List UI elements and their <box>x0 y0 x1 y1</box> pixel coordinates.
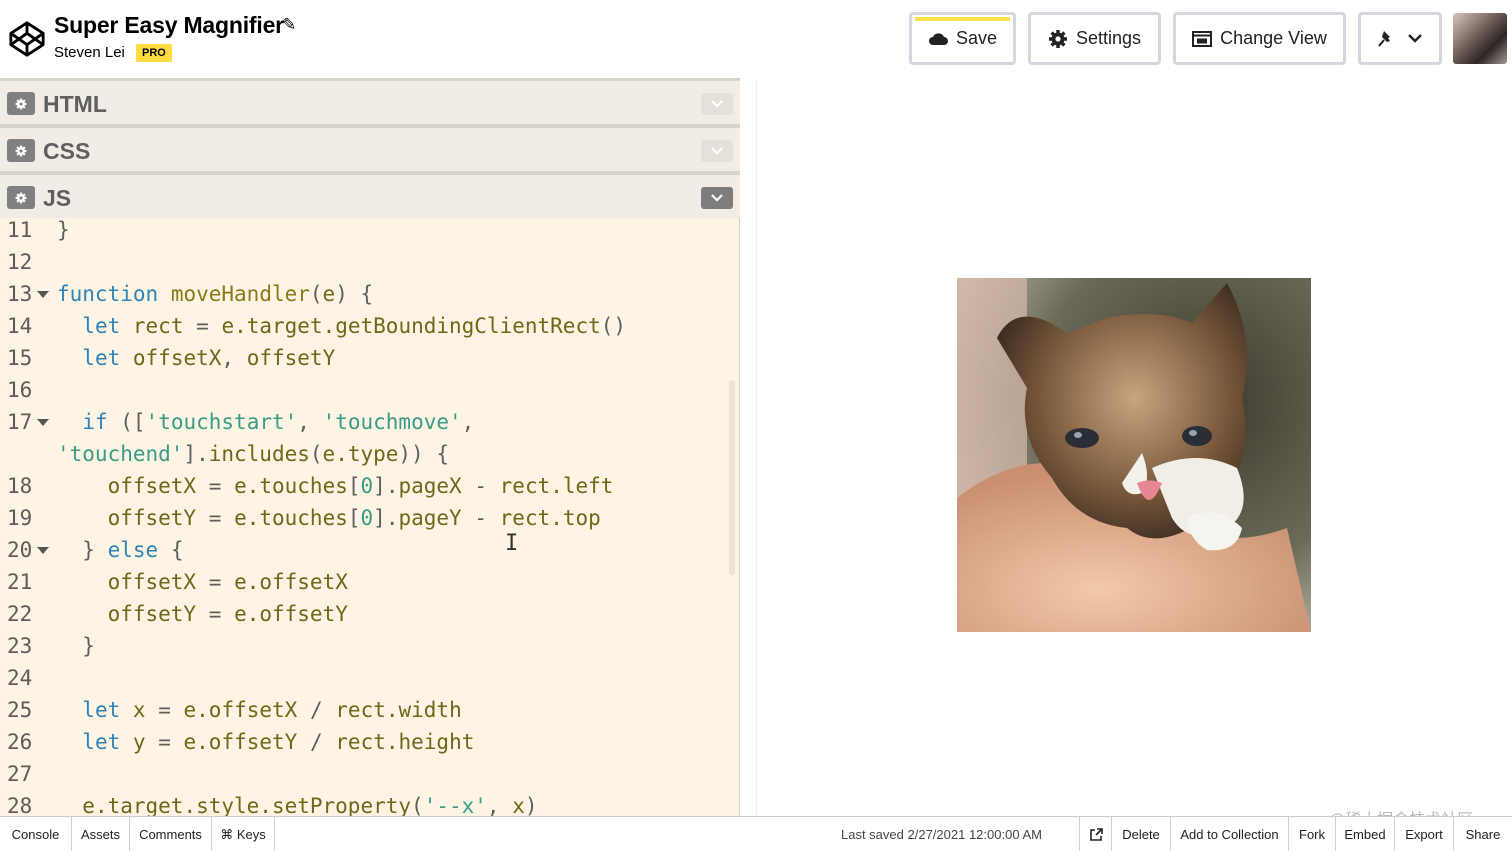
code-line: 26 let y = e.offsetY / rect.height <box>0 726 738 758</box>
fold-arrow-icon[interactable] <box>37 419 49 426</box>
code-line: 21 offsetX = e.offsetX <box>0 566 738 598</box>
line-number: 13 <box>7 282 33 306</box>
code-line: 25 let x = e.offsetX / rect.width <box>0 694 738 726</box>
code-line: 24 <box>0 662 738 694</box>
line-number: 27 <box>7 762 33 786</box>
embed-button[interactable]: Embed <box>1336 817 1395 851</box>
line-number: 25 <box>7 698 33 722</box>
keys-button[interactable]: ⌘ Keys <box>212 817 275 851</box>
codepen-logo-icon[interactable] <box>8 20 46 58</box>
js-panel-title: JS <box>43 185 72 211</box>
code-line: 18 offsetX = e.touches[0].pageX - rect.l… <box>0 470 738 502</box>
delete-button[interactable]: Delete <box>1112 817 1171 851</box>
last-saved-time: 2/27/2021 12:00:00 AM <box>907 827 1042 842</box>
line-number: 11 <box>7 218 33 242</box>
save-label: Save <box>955 28 998 48</box>
change-view-icon <box>1192 30 1213 47</box>
code-line: 12 <box>0 246 738 278</box>
html-collapse-chevron-icon[interactable] <box>701 93 733 115</box>
line-number: 12 <box>7 250 33 274</box>
line-number: 28 <box>7 794 33 816</box>
css-settings-icon[interactable] <box>7 139 35 162</box>
fold-arrow-icon[interactable] <box>37 291 49 298</box>
fold-arrow-icon[interactable] <box>37 547 49 554</box>
code-line: 15 let offsetX, offsetY <box>0 342 738 374</box>
css-panel-header[interactable]: CSS <box>0 125 740 172</box>
line-number: 15 <box>7 346 33 370</box>
save-button[interactable]: Save <box>909 12 1016 65</box>
assets-button[interactable]: Assets <box>72 817 130 851</box>
open-external-button[interactable] <box>1079 817 1112 851</box>
cloud-icon <box>928 32 948 46</box>
code-line: 27 <box>0 758 738 790</box>
js-code-editor[interactable]: 11} 12 13 function moveHandler(e) { 14 le… <box>0 218 738 816</box>
editor-column: HTML CSS JS 11} 12 13 function moveHandle… <box>0 78 740 816</box>
line-number: 14 <box>7 314 33 338</box>
line-number: 23 <box>7 634 33 658</box>
code-line: 22 offsetY = e.offsetY <box>0 598 738 630</box>
code-line: 28 e.target.style.setProperty('--x', x) <box>0 790 738 816</box>
html-panel-header[interactable]: HTML <box>0 78 740 125</box>
add-to-collection-button[interactable]: Add to Collection <box>1171 817 1289 851</box>
line-number: 26 <box>7 730 33 754</box>
css-collapse-chevron-icon[interactable] <box>701 140 733 162</box>
pin-icon <box>1378 30 1394 48</box>
line-number: 19 <box>7 506 33 530</box>
last-saved-label: Last saved <box>841 827 904 842</box>
pro-badge: PRO <box>136 44 172 62</box>
line-number: 24 <box>7 666 33 690</box>
html-settings-icon[interactable] <box>7 92 35 115</box>
comments-button[interactable]: Comments <box>130 817 212 851</box>
code-line: 11} <box>0 218 738 246</box>
line-number: 18 <box>7 474 33 498</box>
css-panel-title: CSS <box>43 138 91 164</box>
editor-scrollbar[interactable] <box>729 380 735 575</box>
code-line: 23 } <box>0 630 738 662</box>
code-line: 20 } else { <box>0 534 738 566</box>
author-name[interactable]: Steven Lei <box>54 44 125 61</box>
last-saved-status: Last saved 2/27/2021 12:00:00 AM <box>841 827 1042 842</box>
code-line: 19 offsetY = e.touches[0].pageY - rect.t… <box>0 502 738 534</box>
kitten-image[interactable] <box>957 278 1311 632</box>
pin-menu-button[interactable] <box>1358 12 1442 65</box>
settings-button[interactable]: Settings <box>1028 12 1161 65</box>
line-number: 22 <box>7 602 33 626</box>
js-panel-header[interactable]: JS <box>0 172 740 219</box>
text-cursor-icon: I <box>505 531 519 556</box>
pen-title[interactable]: Super Easy Magnifier <box>54 12 284 39</box>
code-line: 16 <box>0 374 738 406</box>
external-link-icon <box>1089 827 1103 842</box>
change-view-button[interactable]: Change View <box>1173 12 1346 65</box>
gear-icon <box>1048 29 1068 49</box>
code-line: 17 if (['touchstart', 'touchmove', <box>0 406 738 438</box>
footer-bar: Console Assets Comments ⌘ Keys Last save… <box>0 816 1512 851</box>
js-collapse-chevron-icon[interactable] <box>701 187 733 209</box>
change-view-label: Change View <box>1220 28 1327 48</box>
line-number: 21 <box>7 570 33 594</box>
html-panel-title: HTML <box>43 91 107 117</box>
chevron-down-icon <box>1408 34 1422 43</box>
js-settings-icon[interactable] <box>7 186 35 209</box>
line-number: 20 <box>7 538 33 562</box>
fork-button[interactable]: Fork <box>1289 817 1336 851</box>
code-line: 'touchend'].includes(e.type)) { <box>57 442 449 466</box>
code-line: 13 function moveHandler(e) { <box>0 278 738 310</box>
export-button[interactable]: Export <box>1395 817 1454 851</box>
code-line: 14 let rect = e.target.getBoundingClient… <box>0 310 738 342</box>
settings-label: Settings <box>1075 28 1142 48</box>
line-number: 17 <box>7 410 33 434</box>
share-button[interactable]: Share <box>1454 817 1512 851</box>
console-button[interactable]: Console <box>0 817 72 851</box>
user-avatar[interactable] <box>1453 13 1507 64</box>
pencil-icon[interactable]: ✎ <box>282 15 296 35</box>
line-number: 16 <box>7 378 33 402</box>
app-header: Super Easy Magnifier ✎ Steven Lei PRO Sa… <box>0 0 1512 78</box>
